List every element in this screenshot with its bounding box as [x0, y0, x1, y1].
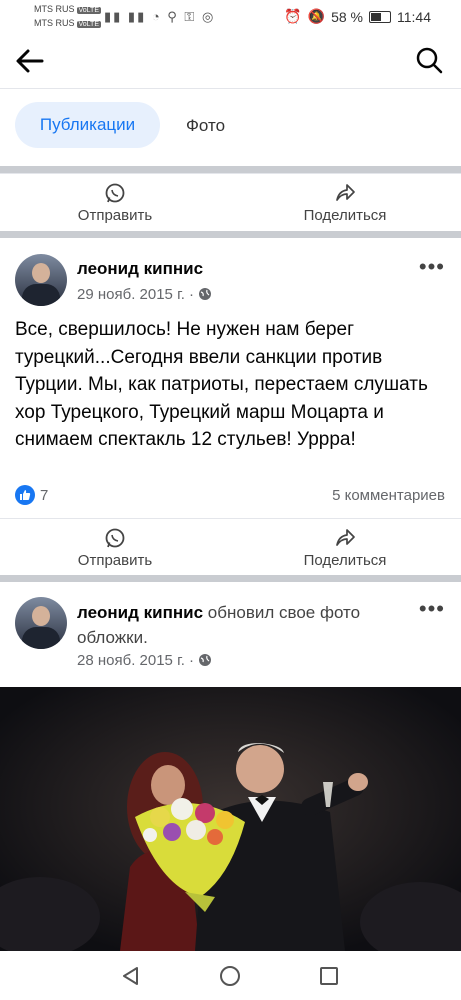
- post-author[interactable]: леонид кипнис: [77, 259, 203, 279]
- reactions[interactable]: 7: [15, 485, 48, 505]
- more-options-icon[interactable]: •••: [419, 596, 445, 622]
- post-actions: Отправить Поделиться: [0, 518, 461, 577]
- back-arrow-icon[interactable]: [14, 46, 46, 76]
- whatsapp-icon: [105, 528, 125, 548]
- post-actions-prev: Отправить Поделиться: [0, 173, 461, 232]
- comments-count[interactable]: 5 комментариев: [332, 487, 445, 504]
- separator: [0, 231, 461, 238]
- post-author[interactable]: леонид кипнис: [77, 603, 203, 622]
- separator: [0, 575, 461, 582]
- battery-icon: [369, 10, 391, 23]
- nav-recents-icon[interactable]: [318, 965, 340, 987]
- cover-photo[interactable]: [0, 687, 461, 951]
- post-author-line: леонид кипнис обновил свое фото обложки.: [77, 600, 407, 650]
- avatar[interactable]: [15, 254, 67, 306]
- post-date: 29 нояб. 2015 г. ·: [77, 286, 212, 303]
- status-bar: MTS RUS VoLTE MTS RUS VoLTE ▮▮ ▮▮ ◔ ⚲ ⚿ ◎ …: [0, 0, 461, 34]
- nav-home-icon[interactable]: [219, 965, 241, 987]
- carrier-info: MTS RUS VoLTE MTS RUS VoLTE: [34, 4, 101, 28]
- alarm-icon: ⏰: [284, 8, 302, 24]
- app-bar: [0, 34, 461, 89]
- battery-percent: 58 %: [331, 8, 363, 25]
- share-icon: [336, 529, 355, 546]
- post-date: 28 нояб. 2015 г. ·: [77, 652, 212, 669]
- system-nav-bar: [0, 951, 461, 1000]
- mute-icon: 🔕: [307, 8, 326, 24]
- separator: [0, 166, 461, 173]
- clock: 11:44: [397, 8, 431, 25]
- globe-icon: [199, 288, 212, 300]
- likes-count: 7: [40, 486, 49, 504]
- tab-photos[interactable]: Фото: [186, 116, 225, 136]
- send-button[interactable]: Отправить: [35, 182, 195, 224]
- status-right: ⏰ 🔕 58 % 11:44: [284, 8, 431, 25]
- nav-back-icon[interactable]: [120, 965, 142, 987]
- whatsapp-icon: [105, 183, 125, 203]
- share-icon: [336, 184, 355, 201]
- send-button[interactable]: Отправить: [35, 527, 195, 569]
- like-icon: [15, 485, 35, 505]
- tab-posts[interactable]: Публикации: [15, 102, 160, 148]
- share-button[interactable]: Поделиться: [265, 182, 425, 224]
- more-options-icon[interactable]: •••: [419, 254, 445, 280]
- post-text: Все, свершилось! Не нужен нам берег туре…: [15, 319, 428, 450]
- search-icon[interactable]: [415, 46, 443, 74]
- share-button[interactable]: Поделиться: [265, 527, 425, 569]
- avatar[interactable]: [15, 597, 67, 649]
- profile-tabs: Публикации Фото: [0, 88, 461, 168]
- signal-icons: ▮▮ ▮▮ ◔ ⚲ ⚿ ◎: [104, 9, 216, 24]
- globe-icon: [199, 654, 212, 666]
